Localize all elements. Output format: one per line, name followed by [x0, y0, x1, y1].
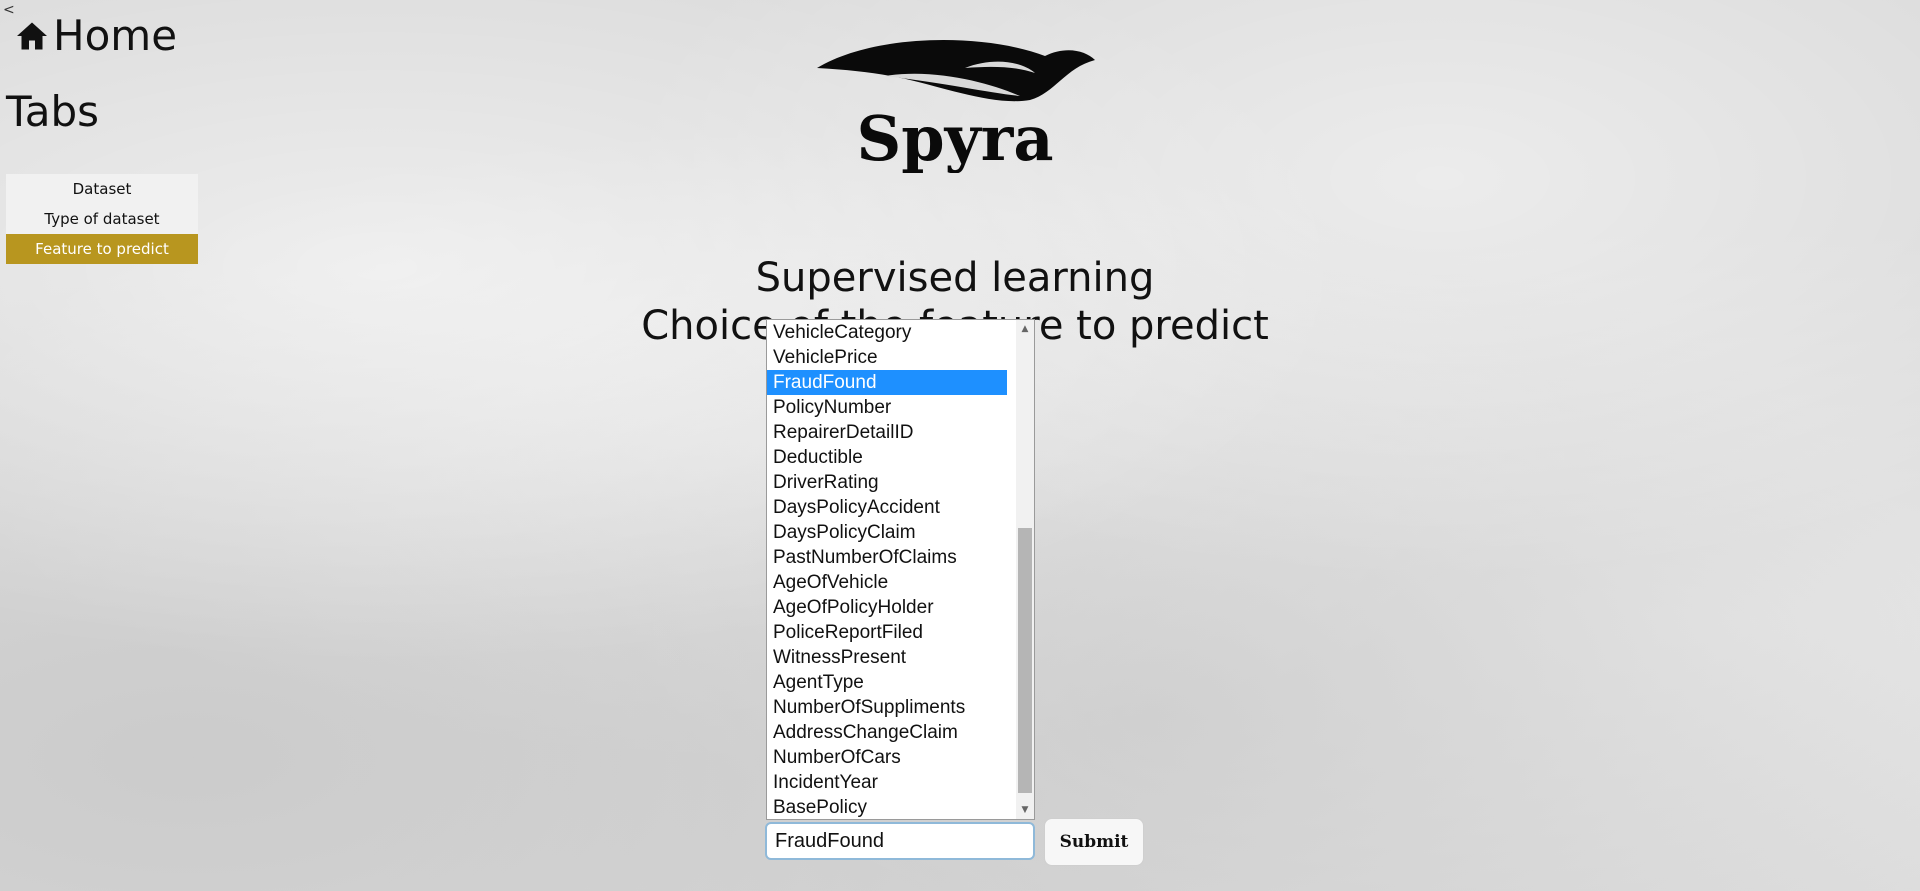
feature-options-dropdown[interactable]: VehicleCategory VehiclePrice FraudFound Pol… — [766, 319, 1035, 820]
dropdown-option[interactable]: VehiclePrice — [767, 345, 1007, 370]
scroll-thumb[interactable] — [1018, 528, 1032, 793]
home-icon — [17, 22, 47, 50]
dropdown-option[interactable]: FraudFound — [767, 370, 1007, 395]
tab-type-of-dataset[interactable]: Type of dataset — [6, 204, 198, 234]
scroll-down-arrow-icon[interactable]: ▼ — [1016, 801, 1034, 819]
scroll-up-arrow-icon[interactable]: ▲ — [1016, 320, 1034, 338]
home-label: Home — [53, 11, 178, 60]
dropdown-option[interactable]: AddressChangeClaim — [767, 720, 1007, 745]
page-title: Supervised learning — [755, 255, 1155, 301]
dropdown-option[interactable]: DaysPolicyAccident — [767, 495, 1007, 520]
svg-text:Spyra: Spyra — [857, 102, 1054, 173]
tabs-heading: Tabs — [6, 87, 99, 136]
dropdown-option[interactable]: PastNumberOfClaims — [767, 545, 1007, 570]
dropdown-option[interactable]: VehicleCategory — [767, 320, 1007, 345]
dropdown-option[interactable]: IncidentYear — [767, 770, 1007, 795]
dropdown-option[interactable]: NumberOfCars — [767, 745, 1007, 770]
dropdown-option[interactable]: PoliceReportFiled — [767, 620, 1007, 645]
dropdown-option[interactable]: BasePolicy — [767, 795, 1007, 819]
dropdown-scrollbar[interactable]: ▲ ▼ — [1016, 320, 1034, 819]
dropdown-option[interactable]: Deductible — [767, 445, 1007, 470]
dropdown-option[interactable]: RepairerDetailID — [767, 420, 1007, 445]
submit-button[interactable]: Submit — [1044, 818, 1144, 866]
home-link[interactable]: Home — [13, 12, 177, 60]
dropdown-option[interactable]: AgeOfPolicyHolder — [767, 595, 1007, 620]
dropdown-option[interactable]: AgeOfVehicle — [767, 570, 1007, 595]
tab-list: Dataset Type of dataset Feature to predi… — [6, 174, 198, 264]
dropdown-option[interactable]: DaysPolicyClaim — [767, 520, 1007, 545]
dropdown-option[interactable]: DriverRating — [767, 470, 1007, 495]
tab-dataset[interactable]: Dataset — [6, 174, 198, 204]
dropdown-option[interactable]: NumberOfSuppliments — [767, 695, 1007, 720]
dropdown-option[interactable]: WitnessPresent — [767, 645, 1007, 670]
dropdown-option[interactable]: AgentType — [767, 670, 1007, 695]
dropdown-option[interactable]: PolicyNumber — [767, 395, 1007, 420]
feature-input[interactable] — [765, 822, 1035, 860]
spyra-logo: Spyra — [817, 40, 1095, 173]
